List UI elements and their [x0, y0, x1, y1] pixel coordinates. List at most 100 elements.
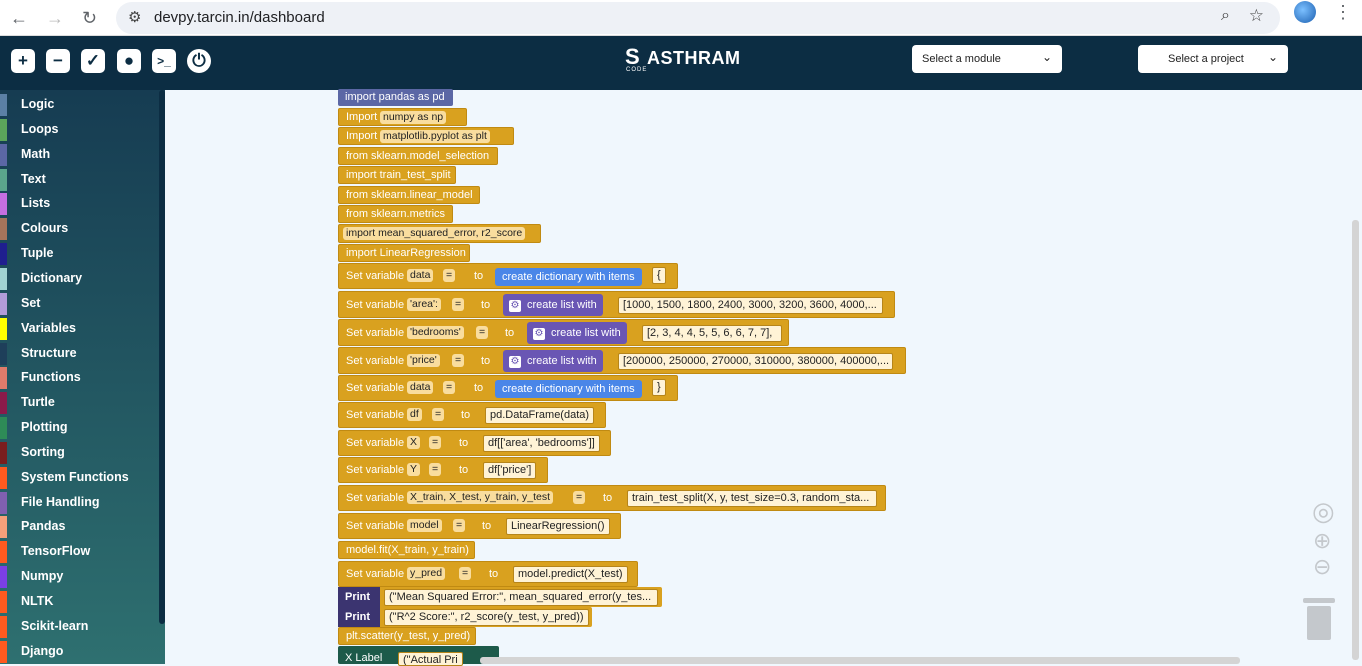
sidebar-category-set[interactable]: Set	[0, 292, 158, 316]
bookmark-star-icon[interactable]: ☆	[1249, 6, 1264, 26]
value-input[interactable]: train_test_split(X, y, test_size=0.3, ra…	[627, 490, 877, 507]
sidebar-category-numpy[interactable]: Numpy	[0, 565, 158, 589]
code-block[interactable]: import pandas as pd	[338, 89, 453, 106]
code-block[interactable]: import mean_squared_error, r2_score	[338, 224, 541, 243]
operator-dropdown[interactable]: =	[429, 463, 442, 476]
variable-name[interactable]: 'bedrooms'	[407, 326, 464, 339]
variable-name[interactable]: Y	[407, 463, 421, 476]
sidebar-category-nltk[interactable]: NLTK	[0, 590, 158, 614]
value-input[interactable]: [2, 3, 4, 4, 5, 5, 6, 6, 7, 7],	[642, 325, 782, 342]
print-block[interactable]: Print ("R^2 Score:", r2_score(y_test, y_…	[338, 607, 592, 627]
sidebar-category-logic[interactable]: Logic	[0, 93, 158, 117]
set-variable-block[interactable]: Set variable model = to LinearRegression…	[338, 513, 621, 539]
gear-icon[interactable]: ⚙	[533, 328, 545, 340]
variable-name[interactable]: X_train, X_test, y_train, y_test	[407, 491, 554, 504]
value-input[interactable]: }	[652, 379, 666, 396]
code-block[interactable]: import train_test_split	[338, 166, 456, 184]
value-input[interactable]: model.predict(X_test)	[513, 566, 628, 583]
operator-dropdown[interactable]: =	[453, 519, 466, 532]
operator-dropdown[interactable]: =	[443, 269, 456, 282]
operator-dropdown[interactable]: =	[452, 298, 465, 311]
reload-icon[interactable]: ↻	[82, 8, 97, 29]
create-list-block[interactable]: ⚙ create list with	[527, 322, 627, 344]
site-info-icon[interactable]: ⚙	[128, 8, 141, 26]
value-input[interactable]: df['price']	[483, 462, 537, 479]
create-list-block[interactable]: ⚙ create list with	[503, 294, 603, 316]
code-block[interactable]: from sklearn.model_selection	[338, 147, 498, 165]
sidebar-category-lists[interactable]: Lists	[0, 192, 158, 216]
address-bar[interactable]: ⚙ devpy.tarcin.in/dashboard ⌕ ☆	[116, 2, 1280, 34]
power-icon[interactable]: ⏻	[187, 49, 211, 73]
operator-dropdown[interactable]: =	[429, 436, 442, 449]
recenter-icon[interactable]: ◎	[1312, 496, 1335, 527]
zoom-out-icon[interactable]: ⊖	[1313, 554, 1331, 580]
sidebar-category-loops[interactable]: Loops	[0, 118, 158, 142]
variable-name[interactable]: 'area':	[407, 298, 441, 311]
value-input[interactable]: [200000, 250000, 270000, 310000, 380000,…	[618, 353, 893, 370]
value-input[interactable]: ("Mean Squared Error:", mean_squared_err…	[384, 589, 658, 606]
code-block[interactable]: import LinearRegression	[338, 244, 470, 262]
operator-dropdown[interactable]: =	[573, 491, 586, 504]
variable-name[interactable]: y_pred	[407, 567, 446, 580]
sidebar-category-pandas[interactable]: Pandas	[0, 515, 158, 539]
set-variable-block[interactable]: Set variable 'area': = to ⚙ create list w…	[338, 291, 895, 318]
set-variable-block[interactable]: Set variable y_pred = to model.predict(X…	[338, 561, 638, 587]
module-select[interactable]: Select a module ⌄	[912, 45, 1062, 73]
operator-dropdown[interactable]: =	[432, 408, 445, 421]
zoom-icon[interactable]: ⌕	[1221, 7, 1230, 25]
gear-icon[interactable]: ⚙	[509, 300, 521, 312]
set-variable-block[interactable]: Set variable X = to df[['area', 'bedroom…	[338, 430, 611, 456]
xlabel-block[interactable]: X Label ("Actual Pri	[338, 646, 499, 666]
trash-icon[interactable]	[1303, 598, 1335, 640]
set-variable-block[interactable]: Set variable Y = to df['price']	[338, 457, 548, 483]
sidebar-category-dictionary[interactable]: Dictionary	[0, 267, 158, 291]
set-variable-block[interactable]: Set variable X_train, X_test, y_train, y…	[338, 485, 886, 511]
gear-icon[interactable]: ⚙	[509, 356, 521, 368]
value-input[interactable]: pd.DataFrame(data)	[485, 407, 595, 424]
variable-name[interactable]: 'price'	[407, 354, 440, 367]
sidebar-category-scikit-learn[interactable]: Scikit-learn	[0, 615, 158, 639]
operator-dropdown[interactable]: =	[452, 354, 465, 367]
sidebar-category-text[interactable]: Text	[0, 168, 158, 192]
project-select[interactable]: Select a project ⌄	[1138, 45, 1288, 73]
variable-name[interactable]: data	[407, 381, 434, 394]
sidebar-category-functions[interactable]: Functions	[0, 366, 158, 390]
forward-icon[interactable]: →	[46, 8, 64, 29]
operator-dropdown[interactable]: =	[443, 381, 456, 394]
variable-name[interactable]: X	[407, 436, 421, 449]
sidebar-category-turtle[interactable]: Turtle	[0, 391, 158, 415]
set-variable-block[interactable]: Set variable data = to create dictionary…	[338, 375, 678, 401]
create-list-block[interactable]: ⚙ create list with	[503, 350, 603, 372]
block-dropdown[interactable]: matplotlib.pyplot as plt	[380, 130, 490, 143]
url-text[interactable]: devpy.tarcin.in/dashboard	[154, 9, 325, 26]
value-input[interactable]: df[['area', 'bedrooms']]	[483, 435, 600, 452]
lock-icon[interactable]: ●	[117, 49, 141, 73]
sidebar-category-django[interactable]: Django	[0, 640, 158, 664]
zoom-in-icon[interactable]: ⊕	[1313, 528, 1331, 554]
delete-icon[interactable]: −	[46, 49, 70, 73]
set-variable-block[interactable]: Set variable df = to pd.DataFrame(data)	[338, 402, 606, 428]
code-block[interactable]: model.fit(X_train, y_train)	[338, 541, 475, 559]
sidebar-category-system-functions[interactable]: System Functions	[0, 466, 158, 490]
profile-avatar[interactable]	[1294, 1, 1316, 23]
print-block[interactable]: Print ("Mean Squared Error:", mean_squar…	[338, 587, 662, 607]
sidebar-category-variables[interactable]: Variables	[0, 317, 158, 341]
set-variable-block[interactable]: Set variable 'price' = to ⚙ create list w…	[338, 347, 906, 374]
check-icon[interactable]: ✓	[81, 49, 105, 73]
variable-name[interactable]: data	[407, 269, 434, 282]
value-input[interactable]: {	[652, 267, 666, 284]
workspace-horizontal-scrollbar[interactable]	[480, 657, 1240, 664]
new-file-icon[interactable]: +	[11, 49, 35, 73]
variable-name[interactable]: df	[407, 408, 422, 421]
code-block[interactable]: plt.scatter(y_test, y_pred)	[338, 627, 476, 645]
sidebar-category-sorting[interactable]: Sorting	[0, 441, 158, 465]
terminal-icon[interactable]: >_	[152, 49, 176, 73]
code-block[interactable]: from sklearn.linear_model	[338, 186, 480, 204]
variable-name[interactable]: model	[407, 519, 442, 532]
sidebar-category-structure[interactable]: Structure	[0, 342, 158, 366]
back-icon[interactable]: ←	[10, 8, 28, 29]
block-text[interactable]: import mean_squared_error, r2_score	[343, 227, 526, 240]
block-dropdown[interactable]: numpy as np	[380, 111, 447, 124]
sidebar-category-math[interactable]: Math	[0, 143, 158, 167]
create-dictionary-block[interactable]: create dictionary with items	[495, 268, 642, 286]
